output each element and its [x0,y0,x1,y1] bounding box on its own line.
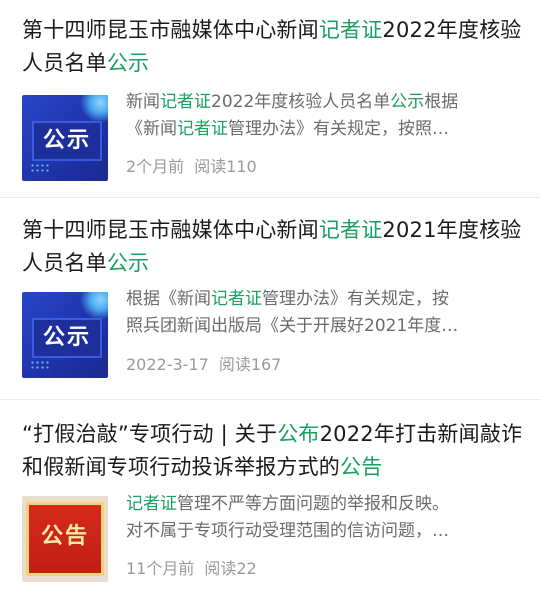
article-thumbnail[interactable]: 公示 [22,95,108,181]
summary-highlight: 公示 [390,92,425,112]
read-count: 阅读167 [218,355,282,374]
publish-time: 11个月前 [126,559,195,578]
summary-text: 《新闻 [126,119,177,139]
article-thumbnail[interactable]: 公告 [22,496,108,582]
title-highlight: 记者证 [318,218,383,242]
decoration [80,292,108,320]
summary-highlight: 记者证 [177,119,228,139]
summary-highlight: 记者证 [211,289,262,309]
publish-time: 2个月前 [126,157,185,176]
summary-text: 照兵团新闻出版局《关于开展好2021年度… [126,316,459,336]
read-count: 阅读110 [194,157,257,176]
article-summary: 新闻记者证2022年度核验人员名单公示根据 《新闻记者证管理办法》有关规定，按照… [126,89,524,143]
title-highlight: 公告 [340,455,383,479]
summary-line: 根据《新闻记者证管理办法》有关规定，按 [126,286,524,313]
summary-text: 管理不严等方面问题的举报和反映。 [177,494,449,514]
article-title[interactable]: “打假治敲”专项行动 | 关于公布2022年打击新闻敲诈和假新闻专项行动投诉举报… [22,418,524,484]
title-text: “打假治敲”专项行动 | 关于 [22,422,278,446]
article-meta: 11个月前 阅读22 [126,559,257,579]
title-text: 第十四师昆玉市融媒体中心新闻 [22,218,319,242]
summary-highlight: 记者证 [126,494,177,514]
article-title[interactable]: 第十四师昆玉市融媒体中心新闻记者证2021年度核验人员名单公示 [22,214,524,280]
summary-line: 对不属于专项行动受理范围的信访问题，… [126,518,524,545]
summary-text: 管理办法》有关规定，按 [262,289,449,309]
summary-text: 管理办法》有关规定，按照… [228,119,449,139]
article-item[interactable]: “打假治敲”专项行动 | 关于公布2022年打击新闻敲诈和假新闻专项行动投诉举报… [0,400,540,600]
article-title[interactable]: 第十四师昆玉市融媒体中心新闻记者证2022年度核验人员名单公示 [22,14,524,80]
summary-line: 照兵团新闻出版局《关于开展好2021年度… [126,313,524,340]
title-highlight: 公示 [106,251,150,275]
decoration [30,360,50,370]
article-thumbnail[interactable]: 公示 [22,292,108,378]
title-text: 第十四师昆玉市融媒体中心新闻 [22,18,319,42]
thumbnail-label: 公示 [32,318,102,358]
article-item[interactable]: 第十四师昆玉市融媒体中心新闻记者证2021年度核验人员名单公示 公示 根据《新闻… [0,198,540,400]
title-highlight: 记者证 [318,18,383,42]
summary-line: 新闻记者证2022年度核验人员名单公示根据 [126,89,524,116]
article-item[interactable]: 第十四师昆玉市融媒体中心新闻记者证2022年度核验人员名单公示 公示 新闻记者证… [0,0,540,198]
summary-text: 新闻 [126,92,160,112]
summary-line: 记者证管理不严等方面问题的举报和反映。 [126,491,524,518]
summary-text: 根据《新闻 [126,289,211,309]
summary-highlight: 记者证 [160,92,211,112]
title-highlight: 公布 [277,422,320,446]
publish-time: 2022-3-17 [126,355,209,374]
article-meta: 2个月前 阅读110 [126,157,257,177]
article-meta: 2022-3-17 阅读167 [126,355,281,375]
title-highlight: 公示 [106,51,150,75]
summary-text: 2022年度核验人员名单 [211,92,391,112]
thumbnail-label: 公示 [32,121,102,161]
summary-text: 根据 [424,92,459,112]
decoration [80,95,108,123]
summary-text: 对不属于专项行动受理范围的信访问题，… [126,521,449,541]
read-count: 阅读22 [204,559,257,578]
summary-line: 《新闻记者证管理办法》有关规定，按照… [126,116,524,143]
article-summary: 根据《新闻记者证管理办法》有关规定，按 照兵团新闻出版局《关于开展好2021年度… [126,286,524,340]
decoration [30,163,50,173]
thumbnail-label: 公告 [40,524,89,549]
article-summary: 记者证管理不严等方面问题的举报和反映。 对不属于专项行动受理范围的信访问题，… [126,491,524,545]
